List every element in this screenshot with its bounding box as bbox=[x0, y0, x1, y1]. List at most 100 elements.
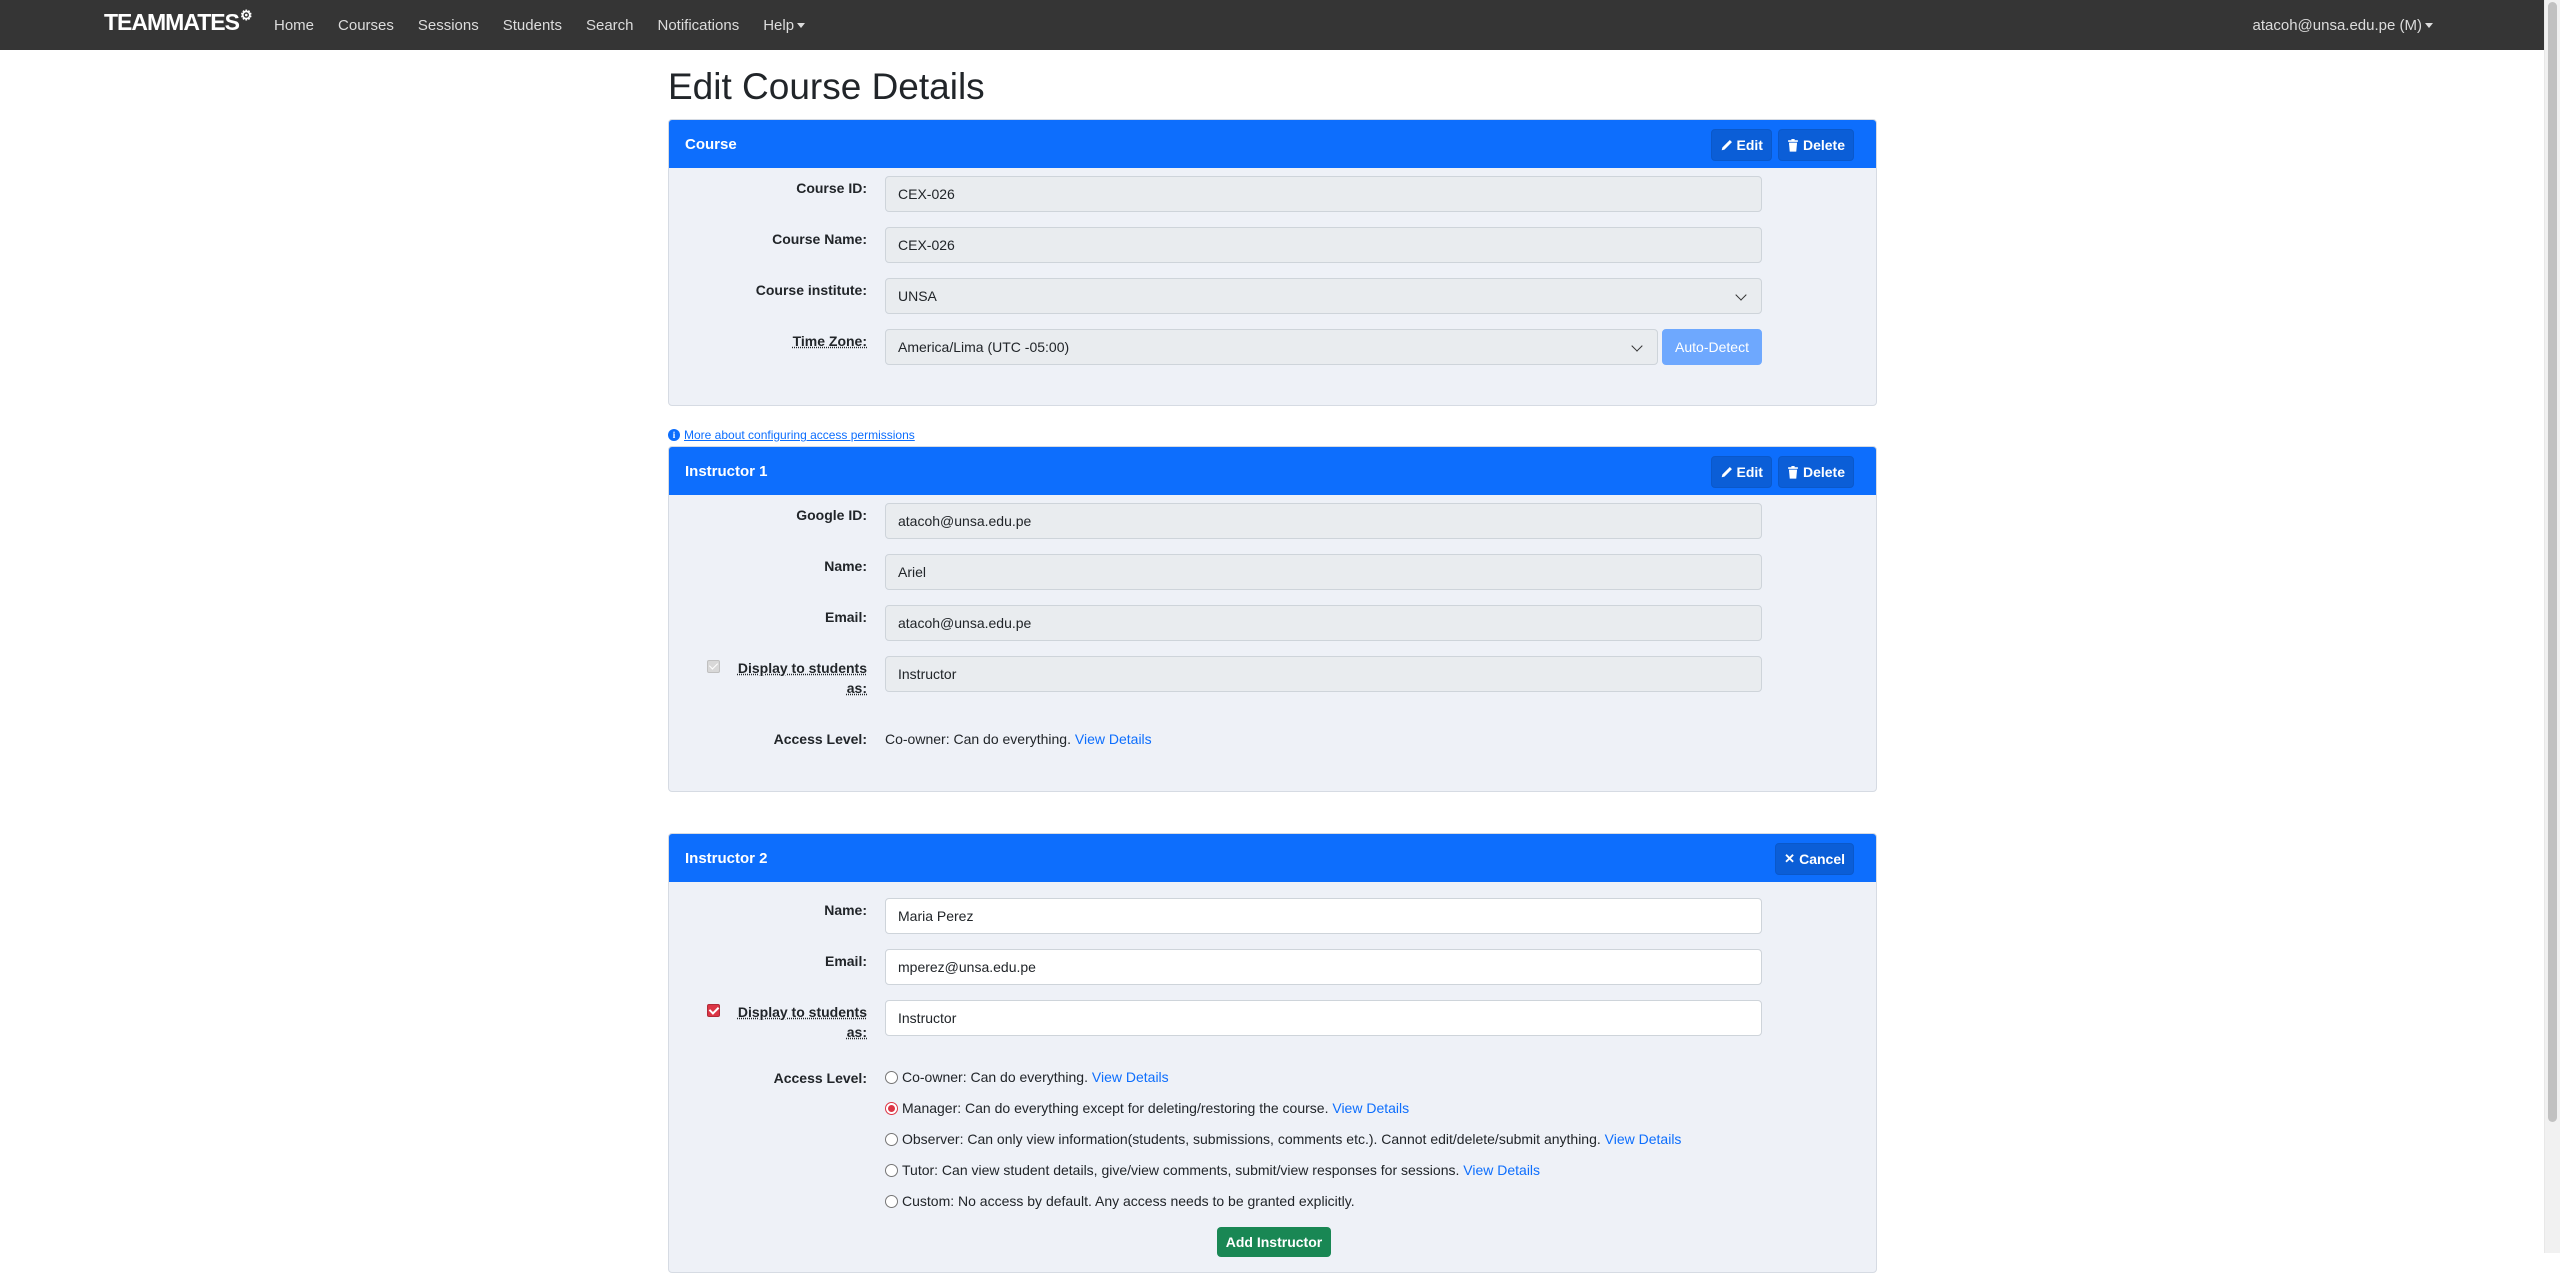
instructor-1-display-input[interactable]: Instructor bbox=[885, 656, 1762, 692]
nav-students[interactable]: Students bbox=[491, 17, 574, 34]
instructor-1-name-label: Name: bbox=[824, 558, 867, 574]
observer-view-details-link[interactable]: View Details bbox=[1605, 1131, 1682, 1147]
instructor-2-display-checkbox[interactable] bbox=[707, 1004, 720, 1017]
instructor-1-access-label: Access Level: bbox=[774, 731, 867, 747]
pencil-icon bbox=[1720, 139, 1733, 152]
google-id-label: Google ID: bbox=[796, 507, 867, 523]
nav-courses[interactable]: Courses bbox=[326, 17, 406, 34]
access-permissions-help: i More about configuring access permissi… bbox=[668, 428, 915, 442]
instructor-2-card: Instructor 2 ✕ Cancel Name: Maria Perez … bbox=[668, 833, 1877, 1273]
instructor-1-card: Instructor 1 Edit Delete Google ID: atac… bbox=[668, 446, 1877, 792]
instructor-2-email-label: Email: bbox=[825, 953, 867, 969]
instructor-2-display-value: Instructor bbox=[898, 1010, 956, 1026]
top-navbar: TEAMMATES ⚙ Home Courses Sessions Studen… bbox=[0, 0, 2545, 50]
course-institute-label: Course institute: bbox=[756, 282, 867, 298]
timezone-value: America/Lima (UTC -05:00) bbox=[898, 339, 1069, 355]
instructor-2-header: Instructor 2 ✕ Cancel bbox=[669, 834, 1876, 882]
timezone-label: Time Zone: bbox=[793, 333, 867, 349]
course-delete-label: Delete bbox=[1803, 137, 1845, 153]
nav-notifications[interactable]: Notifications bbox=[646, 17, 752, 34]
instructor-1-title: Instructor 1 bbox=[685, 463, 768, 480]
instructor-2-name-input[interactable]: Maria Perez bbox=[885, 898, 1762, 934]
timezone-select[interactable]: America/Lima (UTC -05:00) bbox=[885, 329, 1658, 365]
instructor-1-view-details-link[interactable]: View Details bbox=[1075, 731, 1152, 747]
instructor-2-cancel-label: Cancel bbox=[1799, 851, 1845, 867]
course-edit-label: Edit bbox=[1737, 137, 1763, 153]
scrollbar-thumb[interactable] bbox=[2548, 2, 2557, 1122]
trash-icon bbox=[1787, 466, 1799, 479]
brand-logo[interactable]: TEAMMATES ⚙ bbox=[104, 9, 252, 36]
coowner-radio[interactable] bbox=[885, 1071, 898, 1084]
course-name-input[interactable]: CEX-026 bbox=[885, 227, 1762, 263]
instructor-1-delete-label: Delete bbox=[1803, 464, 1845, 480]
manager-text: Manager: Can do everything except for de… bbox=[902, 1100, 1328, 1116]
instructor-1-email-value: atacoh@unsa.edu.pe bbox=[898, 615, 1031, 631]
instructor-1-display-label-line1: Display to students bbox=[738, 660, 867, 676]
course-edit-button[interactable]: Edit bbox=[1711, 129, 1772, 161]
instructor-2-cancel-button[interactable]: ✕ Cancel bbox=[1775, 843, 1854, 875]
access-option-coowner[interactable]: Co-owner: Can do everything. View Detail… bbox=[885, 1069, 1169, 1085]
course-card-header: Course Edit Delete bbox=[669, 120, 1876, 168]
access-option-custom[interactable]: Custom: No access by default. Any access… bbox=[885, 1193, 1355, 1209]
auto-detect-button[interactable]: Auto-Detect bbox=[1662, 329, 1762, 365]
nav-home[interactable]: Home bbox=[262, 17, 326, 34]
tutor-radio[interactable] bbox=[885, 1164, 898, 1177]
nav-help-label: Help bbox=[763, 17, 794, 34]
vertical-scrollbar[interactable] bbox=[2544, 0, 2560, 1253]
info-icon: i bbox=[668, 429, 680, 441]
course-id-value: CEX-026 bbox=[898, 186, 955, 202]
observer-radio[interactable] bbox=[885, 1133, 898, 1146]
user-email: atacoh@unsa.edu.pe (M) bbox=[2253, 17, 2423, 34]
google-id-input[interactable]: atacoh@unsa.edu.pe bbox=[885, 503, 1762, 539]
instructor-1-edit-button[interactable]: Edit bbox=[1711, 456, 1772, 488]
course-card: Course Edit Delete Course ID: CEX-026 Co… bbox=[668, 119, 1877, 406]
instructor-1-display-value: Instructor bbox=[898, 666, 956, 682]
custom-radio[interactable] bbox=[885, 1195, 898, 1208]
instructor-1-edit-label: Edit bbox=[1737, 464, 1763, 480]
nav-sessions[interactable]: Sessions bbox=[406, 17, 491, 34]
coowner-view-details-link[interactable]: View Details bbox=[1092, 1069, 1169, 1085]
instructor-1-email-input[interactable]: atacoh@unsa.edu.pe bbox=[885, 605, 1762, 641]
instructor-1-name-input[interactable]: Ariel bbox=[885, 554, 1762, 590]
nav-search[interactable]: Search bbox=[574, 17, 646, 34]
instructor-1-email-label: Email: bbox=[825, 609, 867, 625]
instructor-1-access-text: Co-owner: Can do everything. bbox=[885, 731, 1071, 747]
instructor-1-display-label-line2: as: bbox=[847, 680, 867, 696]
nav-help-dropdown[interactable]: Help bbox=[751, 17, 817, 34]
instructor-2-access-label: Access Level: bbox=[774, 1070, 867, 1086]
instructor-1-name-value: Ariel bbox=[898, 564, 926, 580]
tutor-text: Tutor: Can view student details, give/vi… bbox=[902, 1162, 1459, 1178]
access-option-manager[interactable]: Manager: Can do everything except for de… bbox=[885, 1100, 1409, 1116]
nav-links: Home Courses Sessions Students Search No… bbox=[262, 0, 817, 50]
access-permissions-link[interactable]: More about configuring access permission… bbox=[684, 428, 915, 442]
course-id-label: Course ID: bbox=[796, 180, 867, 196]
instructor-2-name-label: Name: bbox=[824, 902, 867, 918]
user-dropdown[interactable]: atacoh@unsa.edu.pe (M) bbox=[2253, 0, 2434, 50]
tutor-view-details-link[interactable]: View Details bbox=[1463, 1162, 1540, 1178]
manager-radio[interactable] bbox=[885, 1102, 898, 1115]
google-id-value: atacoh@unsa.edu.pe bbox=[898, 513, 1031, 529]
people-icon: ⚙ bbox=[240, 7, 252, 24]
course-id-input[interactable]: CEX-026 bbox=[885, 176, 1762, 212]
coowner-text: Co-owner: Can do everything. bbox=[902, 1069, 1088, 1085]
manager-view-details-link[interactable]: View Details bbox=[1332, 1100, 1409, 1116]
course-name-value: CEX-026 bbox=[898, 237, 955, 253]
course-header-title: Course bbox=[685, 136, 737, 153]
instructor-2-email-input[interactable]: mperez@unsa.edu.pe bbox=[885, 949, 1762, 985]
instructor-1-display-checkbox[interactable] bbox=[707, 660, 720, 673]
trash-icon bbox=[1787, 139, 1799, 152]
instructor-1-header: Instructor 1 Edit Delete bbox=[669, 447, 1876, 495]
course-institute-select[interactable]: UNSA bbox=[885, 278, 1762, 314]
instructor-2-display-label-line1: Display to students bbox=[738, 1004, 867, 1020]
instructor-2-email-value: mperez@unsa.edu.pe bbox=[898, 959, 1036, 975]
close-icon: ✕ bbox=[1784, 851, 1795, 867]
access-option-observer[interactable]: Observer: Can only view information(stud… bbox=[885, 1131, 1681, 1147]
instructor-2-display-input[interactable]: Instructor bbox=[885, 1000, 1762, 1036]
instructor-2-display-label-line2: as: bbox=[847, 1024, 867, 1040]
pencil-icon bbox=[1720, 466, 1733, 479]
caret-down-icon bbox=[2425, 23, 2433, 28]
access-option-tutor[interactable]: Tutor: Can view student details, give/vi… bbox=[885, 1162, 1540, 1178]
instructor-1-delete-button[interactable]: Delete bbox=[1778, 456, 1854, 488]
caret-down-icon bbox=[797, 23, 805, 28]
course-delete-button[interactable]: Delete bbox=[1778, 129, 1854, 161]
